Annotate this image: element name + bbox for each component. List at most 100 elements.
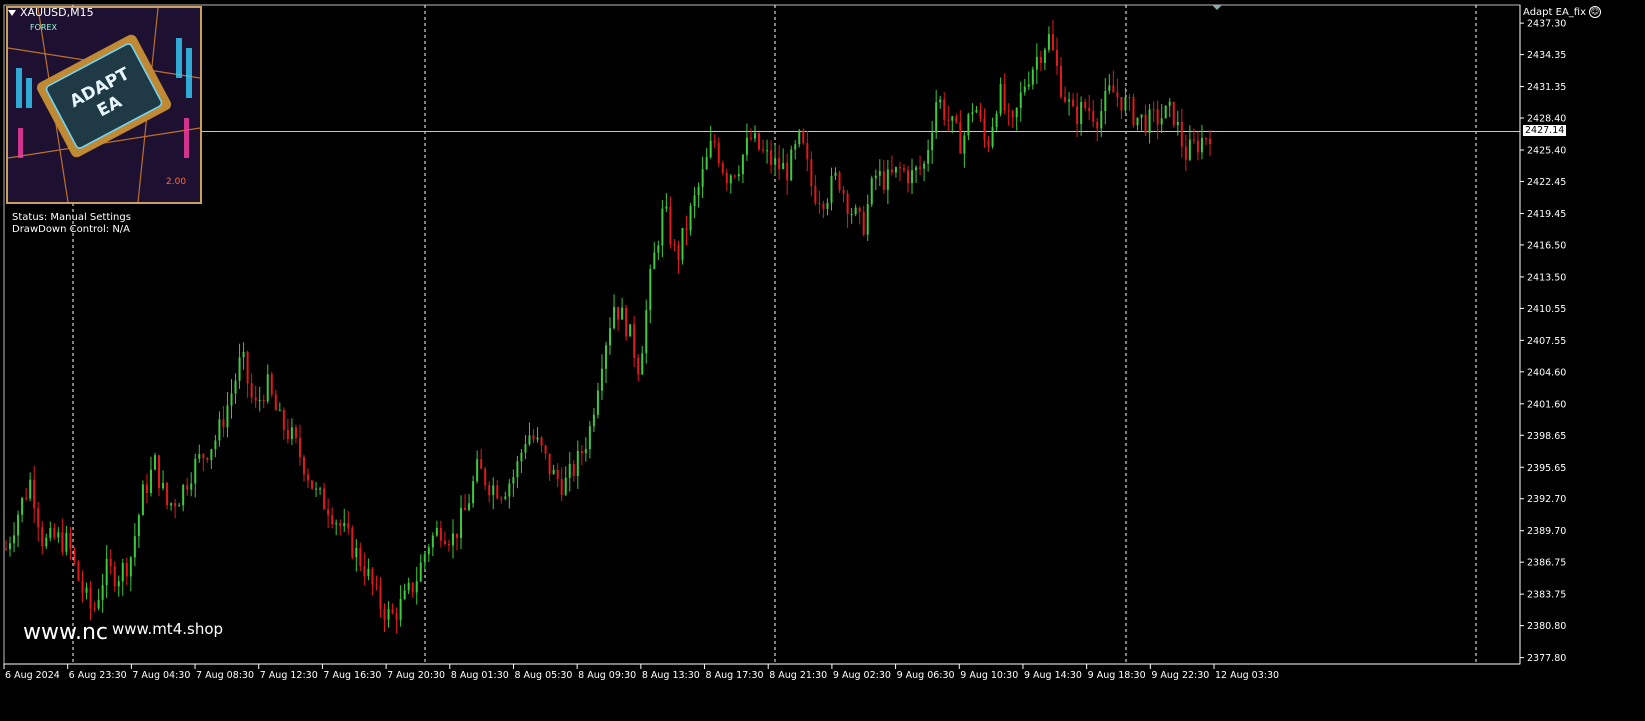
smiley-icon[interactable]: ☺ (1589, 6, 1601, 18)
candle-body (1068, 99, 1071, 102)
y-tick-label: 2401.60 (1527, 399, 1566, 410)
candle-body (838, 172, 841, 191)
candle-body (1015, 107, 1018, 118)
chip-icon: ADAPT EA FOREX 2.00 (8, 8, 200, 202)
expert-advisor-label[interactable]: Adapt EA_fix ☺ (1523, 6, 1601, 18)
candle-body (1108, 85, 1111, 91)
candle-body (323, 488, 326, 510)
candle-body (1176, 121, 1179, 126)
candle-body (65, 532, 68, 552)
ea-drawdown-line: DrawDown Control: N/A (12, 224, 131, 235)
candle-body (1100, 111, 1103, 129)
candle-body (790, 149, 793, 181)
candle-body (866, 204, 869, 235)
candle-body (367, 569, 370, 577)
candle-body (331, 515, 334, 525)
collapse-triangle-icon[interactable] (8, 9, 16, 16)
candle-body (484, 468, 487, 486)
candle-body (625, 307, 628, 337)
candle-body (363, 566, 366, 577)
candle-body (508, 483, 511, 497)
candle-body (9, 543, 12, 550)
candle-body (246, 351, 249, 384)
candle-body (947, 119, 950, 121)
x-tick-label: 9 Aug 02:30 (833, 670, 891, 681)
candle-body (447, 544, 450, 546)
candle-body (1196, 140, 1199, 153)
candle-body (500, 498, 503, 500)
candle-body (1200, 138, 1203, 153)
candle-body (677, 245, 680, 260)
y-tick-label: 2398.65 (1527, 431, 1566, 442)
watermark-big: www.nc (23, 620, 108, 645)
candle-body (1128, 97, 1131, 99)
candle-body (1209, 138, 1211, 144)
candle-body (415, 581, 418, 593)
candle-body (307, 474, 310, 481)
candle-body (705, 157, 708, 170)
candle-body (524, 444, 527, 453)
candle-body (238, 357, 241, 381)
candle-body (1039, 56, 1042, 63)
candle-body (403, 590, 406, 599)
y-tick-label: 2389.70 (1527, 526, 1566, 537)
candle-body (383, 609, 386, 620)
candle-body (580, 450, 583, 454)
candle-body (629, 324, 632, 337)
candle-body (1035, 56, 1038, 70)
candle-body (911, 170, 914, 184)
candle-body (556, 469, 559, 480)
candle-body (806, 143, 809, 160)
candle-body (604, 345, 607, 369)
watermark-small: www.mt4.shop (112, 620, 224, 638)
candle-body (339, 522, 342, 527)
candle-body (512, 477, 515, 484)
candle-body (584, 449, 587, 454)
candle-body (1023, 86, 1026, 93)
candle-body (528, 435, 531, 445)
candle-body (375, 584, 378, 586)
candle-body (943, 99, 946, 120)
candle-body (302, 457, 305, 475)
candle-body (81, 580, 84, 593)
symbol-timeframe-label[interactable]: XAUUSD,M15 (8, 6, 94, 19)
candle-body (1140, 114, 1143, 118)
candle-body (999, 84, 1002, 114)
x-tick-label: 9 Aug 06:30 (897, 670, 955, 681)
candle-body (492, 485, 495, 496)
candle-body (729, 175, 732, 184)
y-tick-label: 2377.80 (1527, 653, 1566, 664)
candle-body (576, 450, 579, 476)
candle-body (460, 507, 463, 538)
candle-body (133, 536, 136, 558)
candle-body (399, 598, 402, 620)
candle-body (97, 599, 100, 609)
candle-body (725, 172, 728, 184)
candle-body (395, 613, 398, 620)
candle-body (234, 380, 237, 394)
candle-body (1164, 105, 1167, 119)
price-chart[interactable]: 2437.30 2434.35 2431.35 2428.40 2425.40 2422.… (0, 0, 1645, 721)
candle-body (162, 482, 165, 489)
candle-body (93, 607, 96, 609)
candle-body (13, 535, 16, 544)
candle-body (1124, 97, 1127, 111)
candle-body (89, 587, 92, 608)
candle-body (975, 110, 978, 113)
current-price-tag: 2427.14 (1523, 125, 1567, 137)
candle-body (862, 212, 865, 235)
candle-body (939, 99, 942, 103)
candle-body (886, 169, 889, 190)
candle-body (1055, 50, 1058, 66)
x-tick-label: 12 Aug 03:30 (1215, 670, 1279, 681)
candle-body (53, 528, 56, 538)
chart-window[interactable]: 2437.30 2434.35 2431.35 2428.40 2425.40 2422.… (0, 0, 1645, 721)
candle-body (274, 394, 277, 411)
logo-price-text: 2.00 (166, 177, 186, 187)
candle-body (681, 228, 684, 260)
candle-body (101, 585, 104, 600)
candle-body (689, 205, 692, 231)
candle-body (5, 548, 7, 550)
candle-body (1051, 34, 1054, 51)
candle-body (1168, 101, 1171, 106)
